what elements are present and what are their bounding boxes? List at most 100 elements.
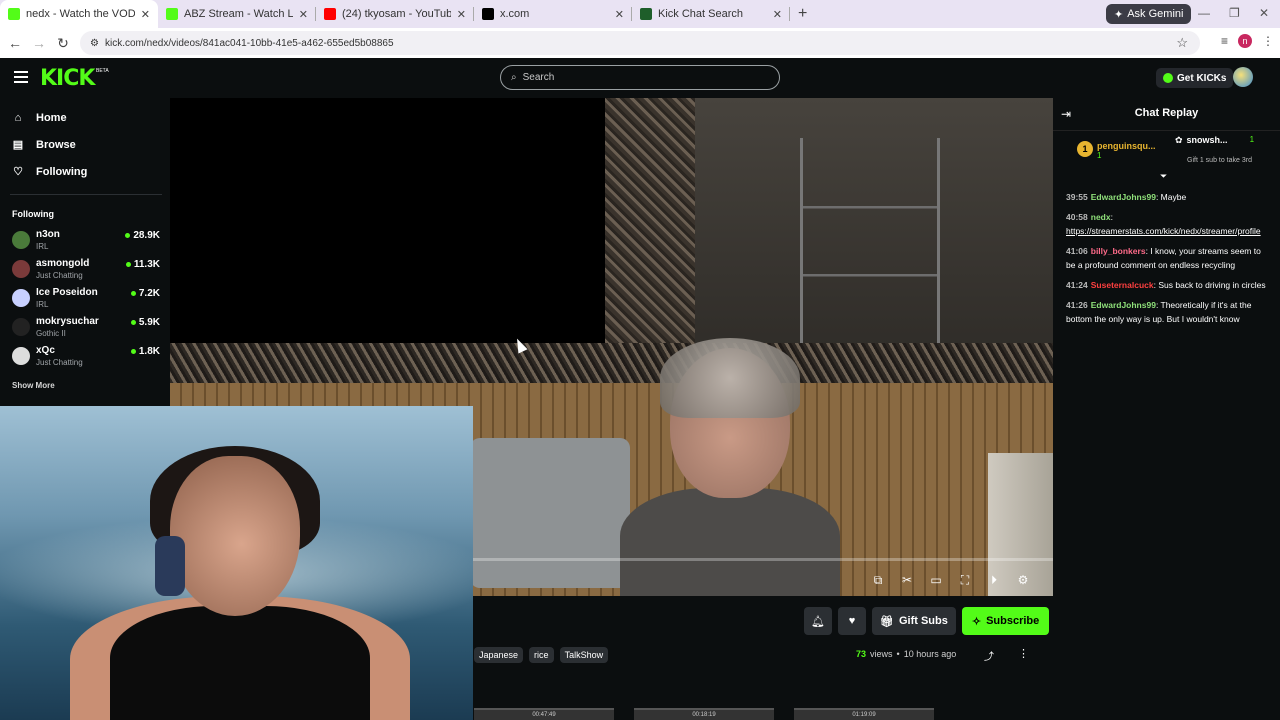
browser-tab[interactable]: Kick Chat Search ✕ [632,0,790,28]
followed-channel[interactable]: asmongold Just Chatting 11.3K [12,258,160,284]
related-video-thumbnail[interactable]: 00:18:19 [634,708,774,720]
message-username[interactable]: nedx [1091,212,1111,222]
related-video-thumbnail[interactable]: 01:19:09 [794,708,934,720]
notification-bell-button[interactable]: 🔔︎ [804,607,832,635]
viewer-count: 28.9K [125,230,160,241]
live-dot-icon [130,291,136,296]
sidebar-divider [10,194,162,195]
video-tag[interactable]: TalkShow [559,647,609,663]
gifter-2[interactable]: ✿ snowsh... 1 [1175,135,1254,146]
related-video-thumbnail[interactable]: 00:47:49 [474,708,614,720]
message-timestamp: 41:06 [1066,246,1088,256]
video-tag[interactable]: rice [529,647,554,663]
chat-messages: 39:55 EdwardJohns99: Maybe 40:58 nedx: http… [1066,190,1270,332]
search-input[interactable]: ⌕ Search [500,65,780,90]
new-tab-icon[interactable]: + [798,5,807,23]
message-username[interactable]: Suseternalcuck [1091,280,1154,290]
follow-heart-button[interactable]: ♥ [838,607,866,635]
channel-avatar [12,347,30,365]
sidebar-item-home[interactable]: ⌂ Home [12,112,67,124]
viewer-count: 5.9K [130,317,160,328]
bookmark-star-icon[interactable]: ☆ [1176,35,1188,51]
browser-tab[interactable]: (24) tkyosam - YouTube ✕ [316,0,474,28]
reload-icon[interactable]: ↻ [51,35,75,52]
tab-close-icon[interactable]: ✕ [299,8,308,21]
message-timestamp: 40:58 [1066,212,1088,222]
menu-icon[interactable] [14,71,28,86]
chat-message: 39:55 EdwardJohns99: Maybe [1066,192,1187,202]
followed-channel[interactable]: xQc Just Chatting 1.8K [12,345,160,371]
expand-chevron-icon[interactable]: ⏷ [1160,171,1167,182]
tab-close-icon[interactable]: ✕ [457,8,466,21]
bell-icon: 🔔︎ [811,615,825,628]
forward-icon[interactable]: → [27,35,51,51]
channel-category: Just Chatting [36,358,83,367]
theater-icon[interactable]: ▭ [928,573,944,588]
subscribe-label: Subscribe [986,615,1040,627]
channel-category: Just Chatting [36,271,83,280]
clip-icon[interactable]: ✂ [899,573,915,588]
sparkle-icon: ✧ [971,615,982,628]
tab-close-icon[interactable]: ✕ [615,8,624,21]
media-control-icon[interactable]: ≡ [1221,34,1228,48]
followed-channel[interactable]: mokrysuchar Gothic II 5.9K [12,316,160,342]
live-dot-icon [125,233,131,238]
gift-subs-button[interactable]: 🎁︎ Gift Subs [872,607,956,635]
autoplay-icon[interactable]: ⏵ [986,573,1002,588]
message-link[interactable]: https://streamerstats.com/kick/nedx/stre… [1066,226,1261,236]
progress-bar[interactable] [473,558,1053,561]
get-kicks-button[interactable]: Get KICKs [1156,68,1234,88]
show-more-link[interactable]: Show More [12,381,55,390]
browser-tab[interactable]: ABZ Stream - Watch Live on Kick ✕ [158,0,316,28]
sidebar-item-label: Home [36,112,67,124]
tab-close-icon[interactable]: ✕ [773,8,782,21]
sidebar-item-following[interactable]: ♡ Following [12,166,87,178]
beta-badge: BETA [96,68,109,74]
tab-favicon-icon [166,8,178,20]
sidebar-item-browse[interactable]: ▤ Browse [12,139,76,151]
video-couch [470,438,630,588]
search-placeholder: Search [522,72,555,83]
tab-favicon-icon [640,8,652,20]
message-username[interactable]: EdwardJohns99 [1091,192,1156,202]
views-count: 73 [856,649,867,659]
live-dot-icon [130,349,136,354]
message-username[interactable]: billy_bonkers [1091,246,1146,256]
channel-name: asmongold [36,258,90,269]
video-shelf [800,138,940,368]
browser-tab[interactable]: x.com ✕ [474,0,632,28]
video-tags: Japanese rice TalkShow [474,647,609,663]
miniplayer-icon[interactable]: ⧉ [870,573,886,588]
kick-logo[interactable]: KICK [40,66,95,91]
tab-close-icon[interactable]: ✕ [141,8,150,21]
video-wallpaper [605,98,695,348]
kicks-coin-icon [1163,73,1173,83]
gifter-1[interactable]: 1 penguinsqu... 1 [1077,141,1156,160]
profile-avatar[interactable]: n [1238,34,1252,48]
browser-menu-icon[interactable]: ⋮ [1262,34,1274,48]
ask-gemini-button[interactable]: ✦ Ask Gemini [1106,4,1192,24]
followed-channel[interactable]: Ice Poseidon IRL 7.2K [12,287,160,313]
followed-channel[interactable]: n3on IRL 28.9K [12,229,160,255]
minimize-icon[interactable]: — [1198,6,1210,20]
share-icon[interactable]: ⤴ [984,648,994,663]
more-options-icon[interactable]: ⋮ [1018,647,1029,660]
channel-category: Gothic II [36,329,66,338]
browser-tab[interactable]: nedx - Watch the VOD on Kick ✕ [0,0,158,28]
site-info-icon[interactable]: ⚙ [90,38,99,49]
user-avatar[interactable] [1233,67,1253,87]
sidebar-item-label: Browse [36,139,76,151]
window-close-icon[interactable]: ✕ [1259,6,1269,20]
settings-icon[interactable]: ⚙ [1015,573,1031,588]
maximize-icon[interactable]: ❐ [1229,6,1240,20]
fullscreen-icon[interactable]: ⛶ [957,573,973,588]
tab-title: nedx - Watch the VOD on Kick [26,8,135,20]
url-bar[interactable]: ⚙ kick.com/nedx/videos/841ac041-10bb-41e… [80,31,1200,55]
video-tag[interactable]: Japanese [474,647,524,663]
tab-title: x.com [500,8,530,20]
back-icon[interactable]: ← [3,35,27,51]
subscribe-button[interactable]: ✧ Subscribe [961,607,1050,635]
message-username[interactable]: EdwardJohns99 [1091,300,1156,310]
channel-name: Ice Poseidon [36,287,98,298]
url-text: kick.com/nedx/videos/841ac041-10bb-41e5-… [104,37,394,49]
